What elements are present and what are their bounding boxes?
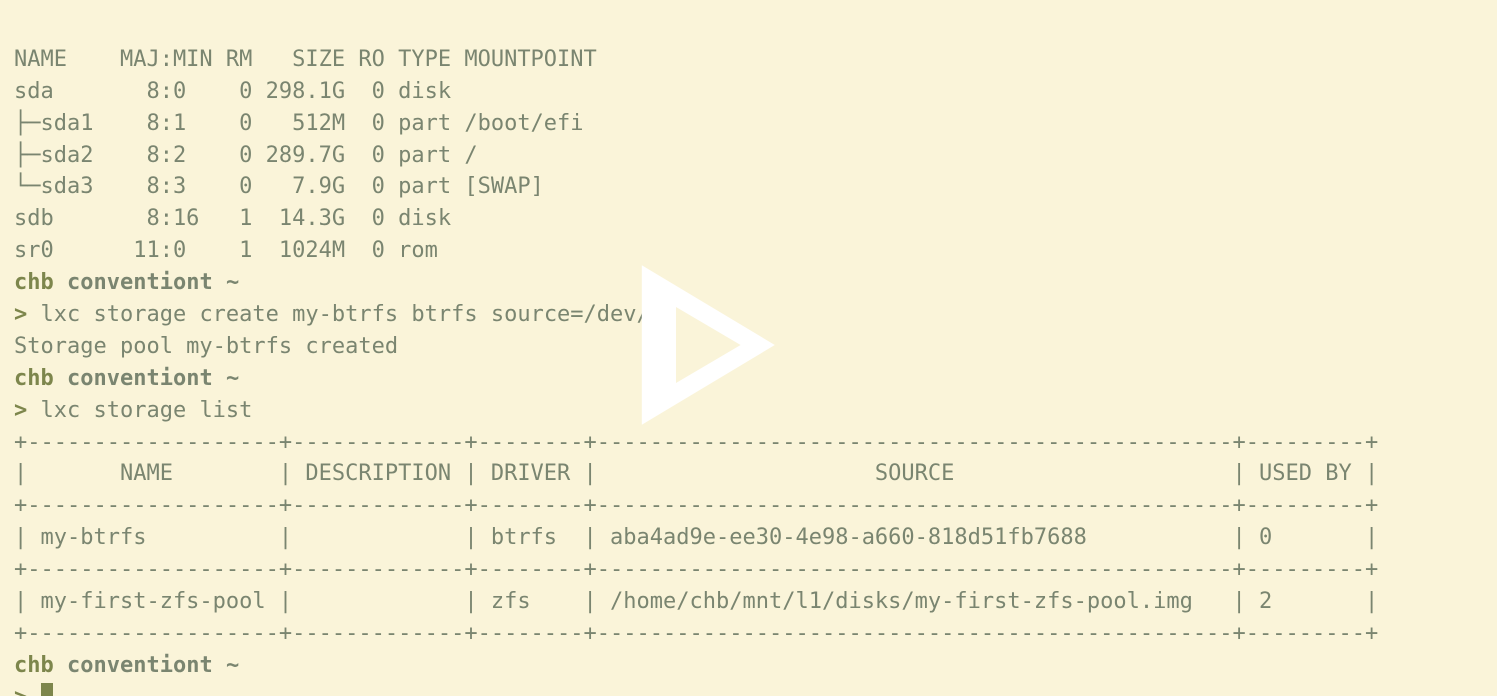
- prompt-cwd: ~: [226, 653, 239, 678]
- lsblk-row: sdb 8:16 1 14.3G 0 disk: [14, 206, 464, 231]
- terminal-output[interactable]: NAME MAJ:MIN RM SIZE RO TYPE MOUNTPOINT …: [0, 0, 1497, 696]
- command-text: lxc storage create my-btrfs btrfs source…: [41, 302, 690, 327]
- prompt-line: chb conventiont ~: [14, 653, 239, 678]
- prompt-cwd: ~: [226, 270, 239, 295]
- command-text: lxc storage list: [41, 398, 253, 423]
- table-border: +-------------------+-------------+-----…: [14, 621, 1378, 646]
- lsblk-row: sda 8:0 0 298.1G 0 disk: [14, 79, 464, 104]
- command-output: Storage pool my-btrfs created: [14, 334, 398, 359]
- prompt-line[interactable]: >: [14, 685, 53, 696]
- prompt-cwd: ~: [226, 366, 239, 391]
- lsblk-row: sr0 11:0 1 1024M 0 rom: [14, 238, 464, 263]
- command-line: > lxc storage create my-btrfs btrfs sour…: [14, 302, 690, 327]
- table-row: | my-btrfs | | btrfs | aba4ad9e-ee30-4e9…: [14, 525, 1378, 550]
- prompt-host: conventiont: [67, 366, 213, 391]
- table-border: +-------------------+-------------+-----…: [14, 493, 1378, 518]
- prompt-symbol: >: [14, 685, 27, 696]
- command-line: > lxc storage list: [14, 398, 252, 423]
- table-border: +-------------------+-------------+-----…: [14, 430, 1378, 455]
- prompt-line: chb conventiont ~: [14, 366, 239, 391]
- prompt-host: conventiont: [67, 270, 213, 295]
- lsblk-row: ├─sda1 8:1 0 512M 0 part /boot/efi: [14, 111, 584, 136]
- prompt-user: chb: [14, 653, 54, 678]
- lsblk-header: NAME MAJ:MIN RM SIZE RO TYPE MOUNTPOINT: [14, 47, 597, 72]
- table-row: | my-first-zfs-pool | | zfs | /home/chb/…: [14, 589, 1378, 614]
- table-header: | NAME | DESCRIPTION | DRIVER | SOURCE |…: [14, 461, 1378, 486]
- prompt-line: chb conventiont ~: [14, 270, 239, 295]
- lsblk-row: └─sda3 8:3 0 7.9G 0 part [SWAP]: [14, 174, 544, 199]
- prompt-user: chb: [14, 366, 54, 391]
- prompt-symbol: >: [14, 302, 27, 327]
- prompt-symbol: >: [14, 398, 27, 423]
- prompt-host: conventiont: [67, 653, 213, 678]
- cursor-block: [41, 683, 53, 696]
- table-border: +-------------------+-------------+-----…: [14, 557, 1378, 582]
- prompt-user: chb: [14, 270, 54, 295]
- lsblk-row: ├─sda2 8:2 0 289.7G 0 part /: [14, 143, 478, 168]
